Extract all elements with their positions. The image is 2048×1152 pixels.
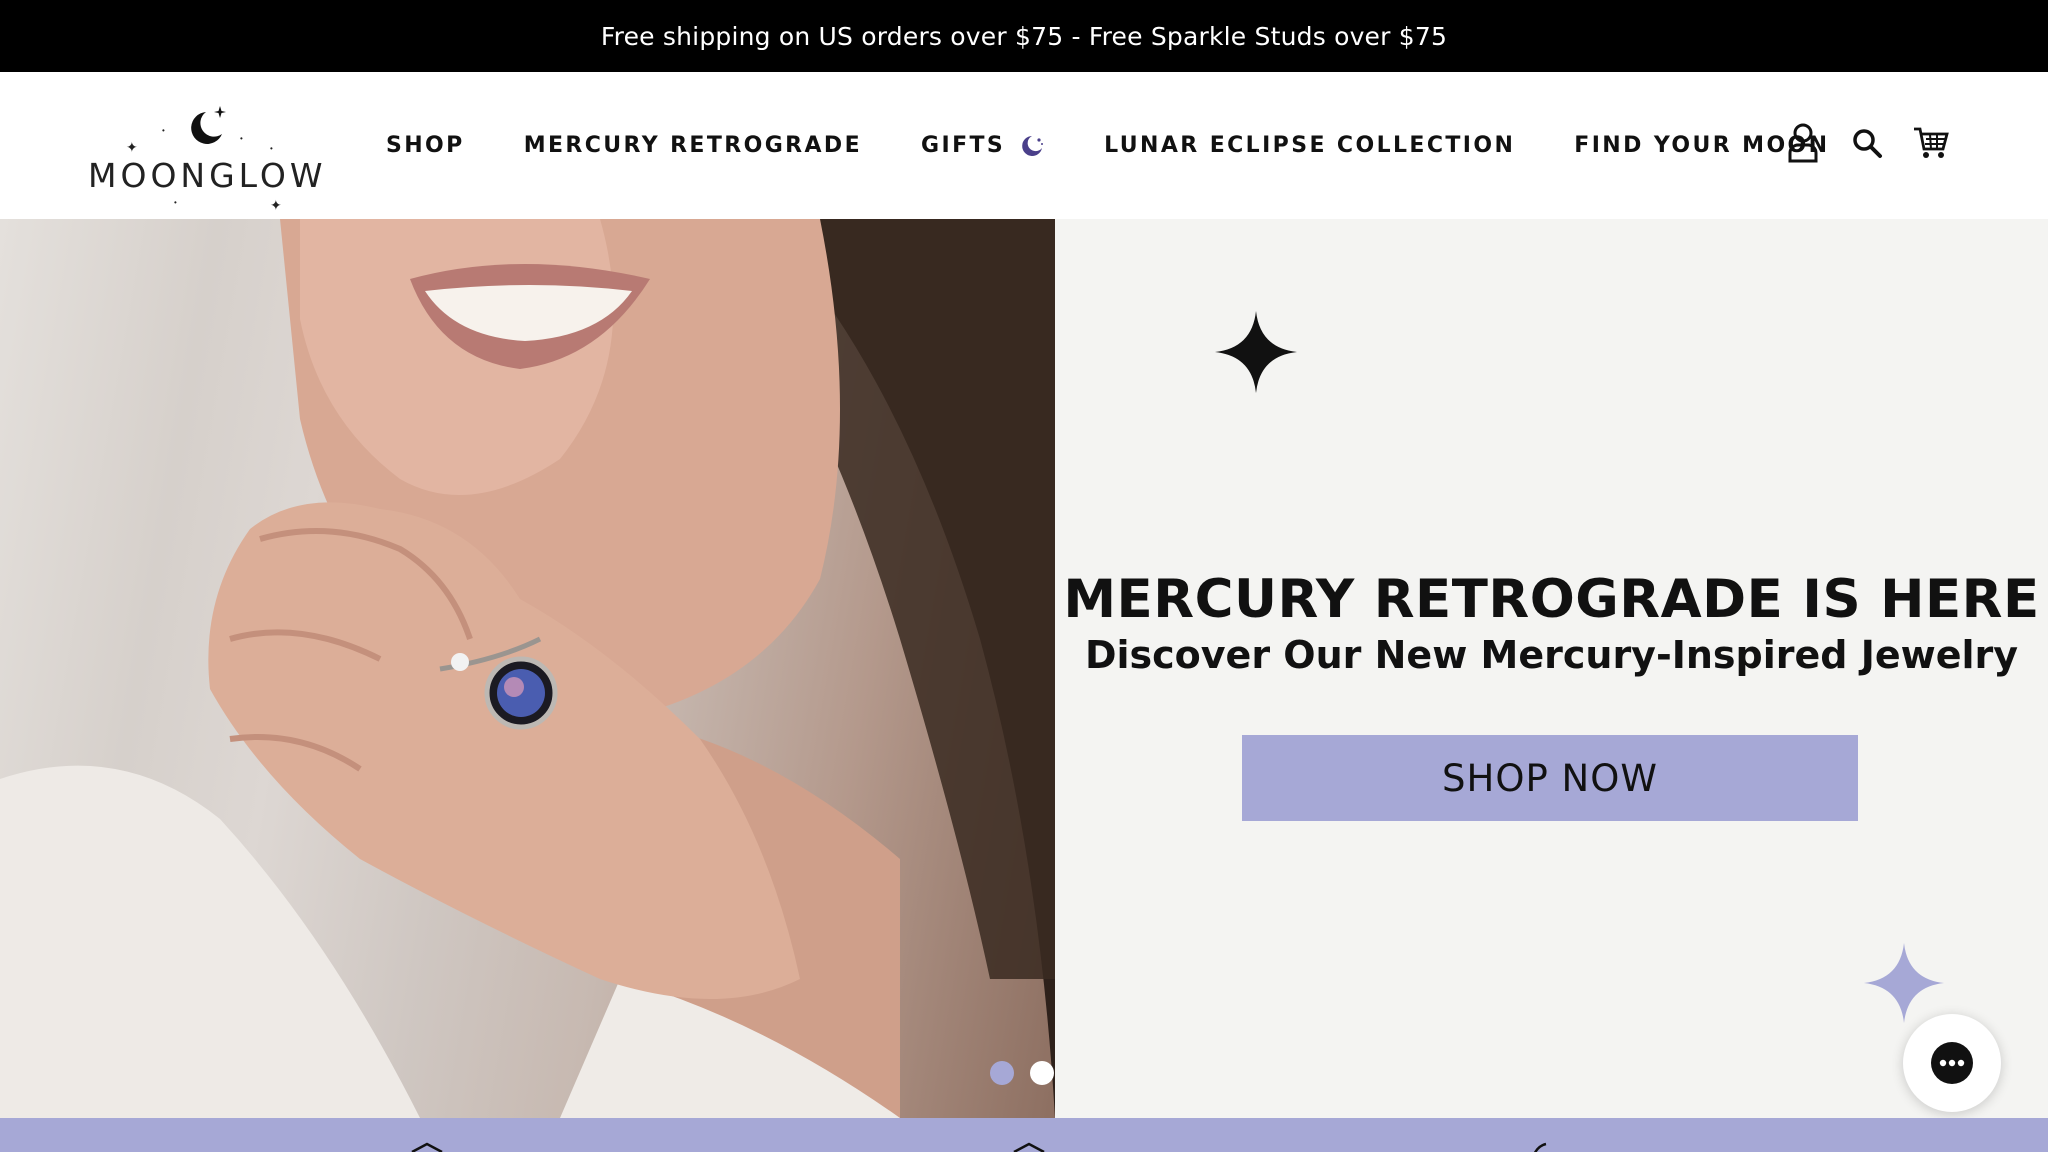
leaf-icon — [1533, 1142, 1547, 1152]
logo-dot-icon: • — [240, 134, 243, 143]
account-icon[interactable] — [1783, 122, 1823, 164]
nav-item-shop[interactable]: SHOP — [386, 133, 465, 158]
slide-dot-1[interactable] — [990, 1061, 1014, 1085]
header-actions — [1783, 122, 1975, 164]
search-icon[interactable] — [1847, 122, 1887, 164]
nav-item-mercury-retrograde[interactable]: MERCURY RETROGRADE — [524, 133, 862, 158]
hero-image — [0, 219, 1055, 1118]
shop-now-button[interactable]: SHOP NOW — [1242, 735, 1858, 821]
sparkle-lavender-icon — [1864, 943, 1944, 1023]
hero-panel: MERCURY RETROGRADE IS HERE Discover Our … — [1055, 219, 2048, 1118]
logo-dot-icon: • — [174, 198, 177, 207]
main-nav: SHOP MERCURY RETROGRADE GIFTS LUNAR ECLI… — [386, 72, 1888, 219]
cart-icon[interactable] — [1911, 122, 1951, 164]
slide-indicators — [990, 1061, 1070, 1085]
logo-sparkle-icon: ✦ — [270, 197, 282, 213]
hero-photo — [0, 219, 1055, 1118]
slide-dot-2[interactable] — [1030, 1061, 1054, 1085]
chat-button[interactable] — [1903, 1014, 2001, 1112]
site-header: ✦ • • • • ✦ MOONGLOW SHOP MERCURY RETROG… — [0, 72, 2048, 219]
nav-item-lunar-eclipse[interactable]: LUNAR ECLIPSE COLLECTION — [1104, 133, 1515, 158]
announcement-text: Free shipping on US orders over $75 - Fr… — [600, 21, 1448, 51]
logo-dot-icon: • — [270, 144, 273, 153]
hero-subtitle: Discover Our New Mercury-Inspired Jewelr… — [1084, 633, 2019, 677]
nav-item-label: GIFTS — [921, 133, 1006, 158]
chat-bubble-icon — [1931, 1042, 1973, 1084]
box-icon — [1013, 1142, 1045, 1152]
nav-item-label: MERCURY RETROGRADE — [523, 133, 863, 158]
announcement-bar: Free shipping on US orders over $75 - Fr… — [0, 0, 2048, 72]
logo-moon-icon — [191, 106, 226, 144]
crescent-moon-icon — [1022, 135, 1044, 156]
feature-bar — [0, 1118, 2048, 1152]
nav-item-gifts[interactable]: GIFTS — [921, 133, 1045, 159]
nav-item-label: SHOP — [386, 133, 465, 158]
sparkle-black-icon — [1215, 311, 1297, 393]
hero-title: MERCURY RETROGRADE IS HERE — [1063, 569, 2040, 630]
box-icon — [411, 1142, 443, 1152]
nav-item-label: LUNAR ECLIPSE COLLECTION — [1104, 133, 1516, 158]
logo-dot-icon: • — [162, 126, 165, 135]
logo-wordmark: MOONGLOW — [88, 156, 327, 195]
logo-sparkle-icon: ✦ — [126, 139, 138, 155]
logo[interactable]: ✦ • • • • ✦ MOONGLOW — [86, 96, 323, 212]
